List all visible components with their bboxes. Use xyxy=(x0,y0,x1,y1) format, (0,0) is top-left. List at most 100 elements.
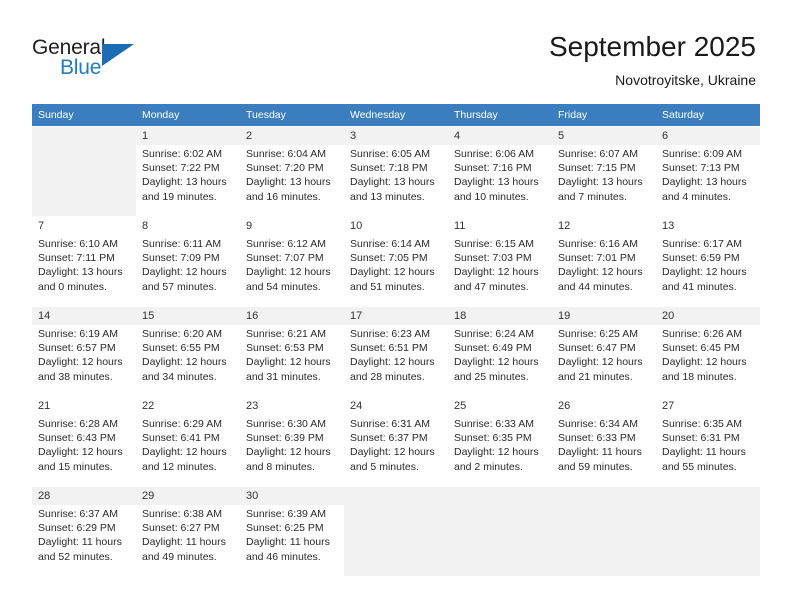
weekday-header-tuesday: Tuesday xyxy=(240,104,344,126)
sunset-text: Sunset: 7:05 PM xyxy=(350,252,428,265)
daylight-text: Daylight: 12 hours and 21 minutes. xyxy=(558,356,643,383)
sunset-text: Sunset: 6:51 PM xyxy=(350,342,428,355)
day-number: 1 xyxy=(142,130,149,142)
day-details: Sunrise: 6:12 AM Sunset: 7:07 PM Daylight:… xyxy=(240,235,344,306)
sunset-text: Sunset: 6:53 PM xyxy=(246,342,324,355)
day-details: Sunrise: 6:16 AM Sunset: 7:01 PM Daylight:… xyxy=(552,235,656,306)
sunrise-text: Sunrise: 6:17 AM xyxy=(662,238,742,250)
calendar-day-cell[interactable]: 1 Sunrise: 6:02 AM Sunset: 7:22 PM Daylight… xyxy=(136,126,240,216)
day-details: Sunrise: 6:33 AM Sunset: 6:35 PM Daylight:… xyxy=(448,415,552,486)
calendar-day-cell[interactable]: 9 Sunrise: 6:12 AM Sunset: 7:07 PM Daylight… xyxy=(240,216,344,306)
brand-name-blue: Blue xyxy=(60,56,102,79)
calendar-day-cell[interactable]: 7 Sunrise: 6:10 AM Sunset: 7:11 PM Daylight… xyxy=(32,216,136,306)
calendar-day-cell[interactable]: 11 Sunrise: 6:15 AM Sunset: 7:03 PM Dayligh… xyxy=(448,216,552,306)
calendar-day-cell[interactable]: 27 Sunrise: 6:35 AM Sunset: 6:31 PM Dayligh… xyxy=(656,396,760,486)
calendar-day-cell[interactable]: 28 Sunrise: 6:37 AM Sunset: 6:29 PM Dayligh… xyxy=(32,486,136,576)
day-number: 4 xyxy=(454,130,461,142)
sunset-text: Sunset: 6:41 PM xyxy=(142,432,220,445)
day-number: 21 xyxy=(38,400,51,412)
sunset-text: Sunset: 6:35 PM xyxy=(454,432,532,445)
day-number: 20 xyxy=(662,310,675,322)
sunset-text: Sunset: 7:15 PM xyxy=(558,162,636,175)
day-details: Sunrise: 6:04 AM Sunset: 7:20 PM Daylight:… xyxy=(240,145,344,216)
sunset-text: Sunset: 7:09 PM xyxy=(142,252,220,265)
day-details: Sunrise: 6:07 AM Sunset: 7:15 PM Daylight:… xyxy=(552,145,656,216)
calendar-day-cell[interactable]: 13 Sunrise: 6:17 AM Sunset: 6:59 PM Dayligh… xyxy=(656,216,760,306)
day-details: Sunrise: 6:29 AM Sunset: 6:41 PM Daylight:… xyxy=(136,415,240,486)
day-details: Sunrise: 6:10 AM Sunset: 7:11 PM Daylight:… xyxy=(32,235,136,306)
sunset-text: Sunset: 6:25 PM xyxy=(246,522,324,535)
calendar-day-cell[interactable]: 19 Sunrise: 6:25 AM Sunset: 6:47 PM Dayligh… xyxy=(552,306,656,396)
calendar-day-cell[interactable]: 8 Sunrise: 6:11 AM Sunset: 7:09 PM Daylight… xyxy=(136,216,240,306)
daylight-text: Daylight: 13 hours and 13 minutes. xyxy=(350,176,435,203)
calendar-day-cell[interactable]: 24 Sunrise: 6:31 AM Sunset: 6:37 PM Dayligh… xyxy=(344,396,448,486)
calendar-day-cell[interactable]: 17 Sunrise: 6:23 AM Sunset: 6:51 PM Dayligh… xyxy=(344,306,448,396)
calendar-day-cell-empty xyxy=(552,486,656,576)
daylight-text: Daylight: 13 hours and 16 minutes. xyxy=(246,176,331,203)
calendar-day-cell[interactable]: 20 Sunrise: 6:26 AM Sunset: 6:45 PM Dayligh… xyxy=(656,306,760,396)
day-details: Sunrise: 6:09 AM Sunset: 7:13 PM Daylight:… xyxy=(656,145,760,216)
sunset-text: Sunset: 6:29 PM xyxy=(38,522,116,535)
calendar-day-cell[interactable]: 29 Sunrise: 6:38 AM Sunset: 6:27 PM Dayligh… xyxy=(136,486,240,576)
calendar-day-cell[interactable]: 22 Sunrise: 6:29 AM Sunset: 6:41 PM Dayligh… xyxy=(136,396,240,486)
daylight-text: Daylight: 12 hours and 12 minutes. xyxy=(142,446,227,473)
page-title: September 2025 xyxy=(548,31,756,62)
day-details: Sunrise: 6:19 AM Sunset: 6:57 PM Daylight:… xyxy=(32,325,136,396)
day-details xyxy=(32,145,136,216)
calendar-day-cell[interactable]: 14 Sunrise: 6:19 AM Sunset: 6:57 PM Dayligh… xyxy=(32,306,136,396)
day-number: 11 xyxy=(454,220,466,232)
sunset-text: Sunset: 6:55 PM xyxy=(142,342,220,355)
day-details xyxy=(344,505,448,576)
daylight-text: Daylight: 13 hours and 7 minutes. xyxy=(558,176,643,203)
day-details: Sunrise: 6:28 AM Sunset: 6:43 PM Daylight:… xyxy=(32,415,136,486)
day-details: Sunrise: 6:25 AM Sunset: 6:47 PM Daylight:… xyxy=(552,325,656,396)
calendar-day-cell[interactable]: 12 Sunrise: 6:16 AM Sunset: 7:01 PM Dayligh… xyxy=(552,216,656,306)
calendar-day-cell[interactable]: 25 Sunrise: 6:33 AM Sunset: 6:35 PM Dayligh… xyxy=(448,396,552,486)
page-subtitle: Novotroyitske, Ukraine xyxy=(615,72,756,88)
weekday-header-thursday: Thursday xyxy=(448,104,552,126)
calendar-day-cell[interactable]: 5 Sunrise: 6:07 AM Sunset: 7:15 PM Daylight… xyxy=(552,126,656,216)
sunset-text: Sunset: 7:03 PM xyxy=(454,252,532,265)
day-details xyxy=(552,505,656,576)
calendar-day-cell[interactable]: 4 Sunrise: 6:06 AM Sunset: 7:16 PM Daylight… xyxy=(448,126,552,216)
sunset-text: Sunset: 6:45 PM xyxy=(662,342,740,355)
brand-logo[interactable]: General Blue xyxy=(32,36,162,86)
sunrise-text: Sunrise: 6:31 AM xyxy=(350,418,430,430)
daylight-text: Daylight: 12 hours and 54 minutes. xyxy=(246,266,331,293)
daylight-text: Daylight: 13 hours and 10 minutes. xyxy=(454,176,539,203)
sunset-text: Sunset: 6:31 PM xyxy=(662,432,740,445)
calendar-day-cell[interactable]: 3 Sunrise: 6:05 AM Sunset: 7:18 PM Daylight… xyxy=(344,126,448,216)
calendar-day-cell[interactable]: 21 Sunrise: 6:28 AM Sunset: 6:43 PM Dayligh… xyxy=(32,396,136,486)
day-number: 3 xyxy=(350,130,357,142)
calendar-day-cell-empty xyxy=(344,486,448,576)
calendar-day-cell[interactable]: 23 Sunrise: 6:30 AM Sunset: 6:39 PM Dayligh… xyxy=(240,396,344,486)
sunrise-text: Sunrise: 6:38 AM xyxy=(142,508,222,520)
sunset-text: Sunset: 7:11 PM xyxy=(38,252,115,265)
sunset-text: Sunset: 6:27 PM xyxy=(142,522,220,535)
sunset-text: Sunset: 7:13 PM xyxy=(662,162,740,175)
day-number: 29 xyxy=(142,490,155,502)
calendar-day-cell[interactable]: 10 Sunrise: 6:14 AM Sunset: 7:05 PM Dayligh… xyxy=(344,216,448,306)
calendar-day-cell[interactable]: 6 Sunrise: 6:09 AM Sunset: 7:13 PM Daylight… xyxy=(656,126,760,216)
calendar-day-cell[interactable]: 26 Sunrise: 6:34 AM Sunset: 6:33 PM Dayligh… xyxy=(552,396,656,486)
sunrise-text: Sunrise: 6:28 AM xyxy=(38,418,118,430)
calendar-day-cell[interactable]: 30 Sunrise: 6:39 AM Sunset: 6:25 PM Dayligh… xyxy=(240,486,344,576)
day-details: Sunrise: 6:05 AM Sunset: 7:18 PM Daylight:… xyxy=(344,145,448,216)
calendar-week-row: 28 Sunrise: 6:37 AM Sunset: 6:29 PM Dayligh… xyxy=(32,486,760,576)
day-number: 18 xyxy=(454,310,467,322)
calendar-day-cell[interactable]: 18 Sunrise: 6:24 AM Sunset: 6:49 PM Dayligh… xyxy=(448,306,552,396)
sunrise-text: Sunrise: 6:34 AM xyxy=(558,418,638,430)
sunrise-text: Sunrise: 6:33 AM xyxy=(454,418,534,430)
day-number: 5 xyxy=(558,130,565,142)
sunset-text: Sunset: 6:43 PM xyxy=(38,432,116,445)
calendar-day-cell[interactable]: 2 Sunrise: 6:04 AM Sunset: 7:20 PM Daylight… xyxy=(240,126,344,216)
day-number: 12 xyxy=(558,220,571,232)
calendar-day-cell-empty xyxy=(656,486,760,576)
day-details: Sunrise: 6:21 AM Sunset: 6:53 PM Daylight:… xyxy=(240,325,344,396)
sunset-text: Sunset: 7:07 PM xyxy=(246,252,324,265)
day-details: Sunrise: 6:30 AM Sunset: 6:39 PM Daylight:… xyxy=(240,415,344,486)
calendar-day-cell[interactable]: 16 Sunrise: 6:21 AM Sunset: 6:53 PM Dayligh… xyxy=(240,306,344,396)
calendar-day-cell[interactable]: 15 Sunrise: 6:20 AM Sunset: 6:55 PM Dayligh… xyxy=(136,306,240,396)
day-number: 16 xyxy=(246,310,259,322)
day-details: Sunrise: 6:26 AM Sunset: 6:45 PM Daylight:… xyxy=(656,325,760,396)
